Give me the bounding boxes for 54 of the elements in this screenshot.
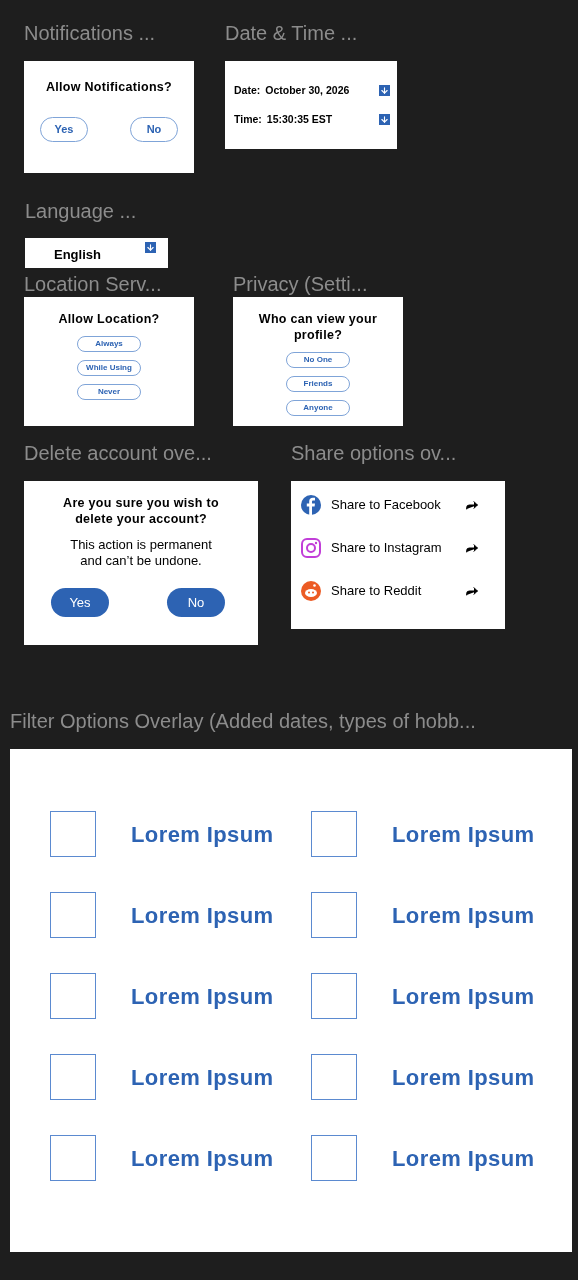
frame-label: Filter Options Overlay (Added dates, types of hobb... <box>10 709 477 734</box>
option-label: Lorem Ipsum <box>131 901 274 930</box>
option-label: Lorem Ipsum <box>392 1063 535 1092</box>
choice-button[interactable]: Yes <box>40 116 88 142</box>
checkbox[interactable] <box>50 973 96 1019</box>
checkbox[interactable] <box>50 1135 96 1181</box>
checkbox[interactable] <box>311 1054 357 1100</box>
checkbox[interactable] <box>311 892 357 938</box>
language-dropdown[interactable]: English <box>25 238 168 268</box>
option-label: Lorem Ipsum <box>392 982 535 1011</box>
share-option[interactable]: Share to Reddit <box>331 581 464 601</box>
option-button[interactable]: Always <box>77 336 141 352</box>
frame-label: Language ... <box>25 199 138 224</box>
facebook-logo-icon <box>301 495 321 515</box>
checkbox[interactable] <box>311 1135 357 1181</box>
instagram-logo-icon <box>301 538 321 558</box>
dialog-button[interactable]: Yes <box>51 588 109 617</box>
dialog-button[interactable]: No <box>167 588 225 617</box>
option-label: Lorem Ipsum <box>392 820 535 849</box>
option-label: Lorem Ipsum <box>392 1144 535 1173</box>
option-button[interactable]: Anyone <box>286 400 350 416</box>
dialog-title: Are you sure you wish to delete your account? <box>62 495 220 527</box>
frame-label: Location Serv... <box>24 272 163 297</box>
frame-label: Date & Time ... <box>225 21 359 46</box>
field-label: Time: <box>234 111 262 127</box>
share-option[interactable]: Share to Facebook <box>331 495 464 515</box>
frame-label: Delete account ove... <box>24 441 213 466</box>
option-label: Lorem Ipsum <box>131 1144 274 1173</box>
dialog-message: This action is permanent and can’t be undone. <box>69 537 213 569</box>
dialog-title: Allow Location? <box>57 311 161 327</box>
frame-label: Privacy (Setti... <box>233 272 369 297</box>
checkbox[interactable] <box>50 811 96 857</box>
option-label: Lorem Ipsum <box>131 1063 274 1092</box>
checkbox[interactable] <box>311 811 357 857</box>
checkbox[interactable] <box>311 973 357 1019</box>
field-label: Date: <box>234 82 261 98</box>
field-value: October 30, 2026 <box>265 82 351 98</box>
option-label: Lorem Ipsum <box>131 982 274 1011</box>
option-label: Lorem Ipsum <box>131 820 274 849</box>
option-label: Lorem Ipsum <box>392 901 535 930</box>
option-button[interactable]: While Using <box>77 360 141 376</box>
frame-label: Notifications ... <box>24 21 157 46</box>
option-button[interactable]: Never <box>77 384 141 400</box>
dialog-title: Allow Notifications? <box>45 79 173 96</box>
checkbox[interactable] <box>50 1054 96 1100</box>
checkbox[interactable] <box>50 892 96 938</box>
frame-label: Share options ov... <box>291 441 458 466</box>
choice-button[interactable]: No <box>130 116 178 142</box>
field-value: 15:30:35 EST <box>266 111 334 127</box>
dialog-title: Who can view your profile? <box>257 311 379 343</box>
option-button[interactable]: No One <box>286 352 350 368</box>
reddit-logo-icon <box>301 581 321 601</box>
share-option[interactable]: Share to Instagram <box>331 538 464 558</box>
option-button[interactable]: Friends <box>286 376 350 392</box>
